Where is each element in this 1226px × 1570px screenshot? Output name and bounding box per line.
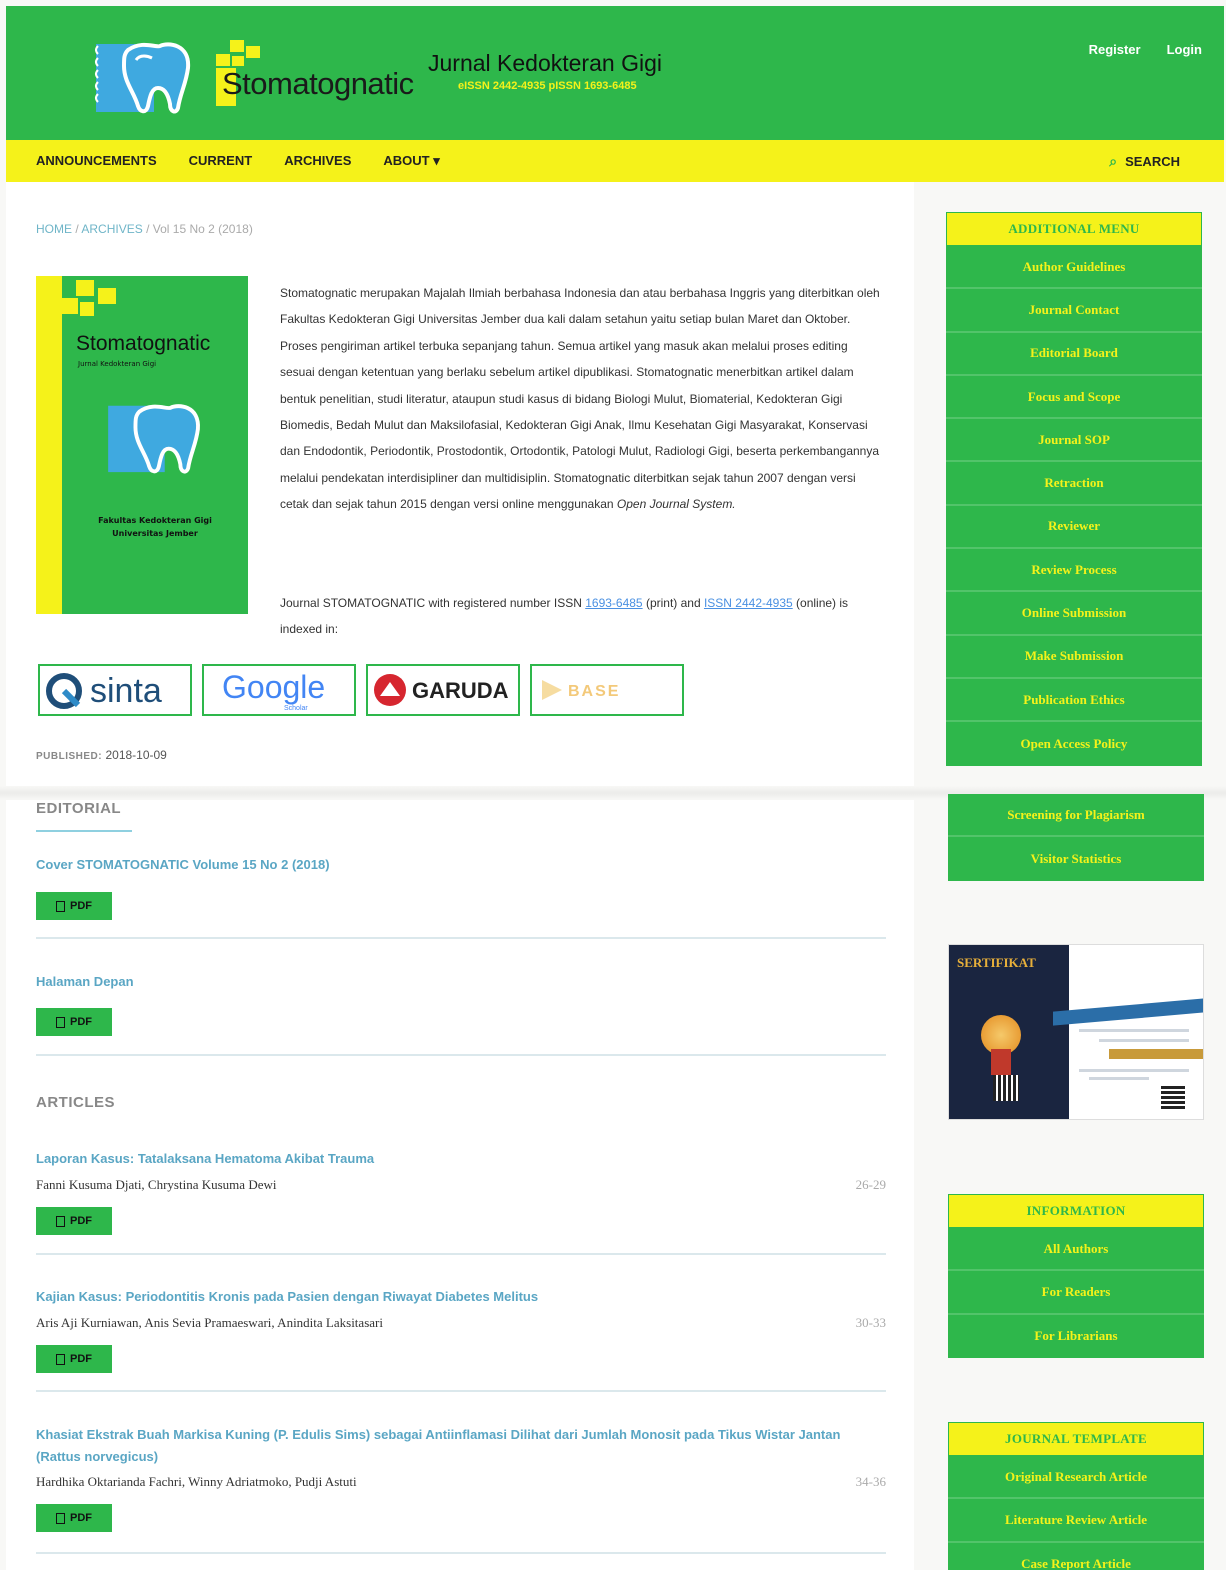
info-for-librarians[interactable]: For Librarians	[948, 1315, 1204, 1358]
template-original-research[interactable]: Original Research Article	[948, 1456, 1204, 1500]
register-link[interactable]: Register	[1089, 42, 1141, 57]
information-title: INFORMATION	[948, 1194, 1204, 1228]
breadcrumb-home[interactable]: HOME	[36, 222, 72, 236]
menu-journal-contact[interactable]: Journal Contact	[946, 289, 1202, 333]
search-link[interactable]: ⌕ SEARCH	[1109, 153, 1180, 170]
article-authors: Hardhika Oktarianda Fachri, Winny Adriat…	[36, 1474, 357, 1489]
qr-code-icon	[993, 1075, 1019, 1101]
accreditation-certificate-image[interactable]: SERTIFIKAT	[948, 944, 1204, 1120]
file-icon	[56, 1215, 65, 1227]
menu-make-submission[interactable]: Make Submission	[946, 636, 1202, 679]
breadcrumb-archives[interactable]: ARCHIVES	[81, 222, 142, 236]
indexing-statement: Journal STOMATOGNATIC with registered nu…	[280, 596, 849, 636]
site-header: Stomatognatic Jurnal Kedokteran Gigi eIS…	[6, 6, 1224, 140]
search-icon: ⌕	[1109, 153, 1118, 169]
article-pages: 34-36	[855, 1474, 886, 1489]
additional-menu-block-continued: Screening for Plagiarism Visitor Statist…	[948, 794, 1204, 881]
file-icon	[56, 1353, 65, 1365]
menu-author-guidelines[interactable]: Author Guidelines	[946, 246, 1202, 290]
pdf-button[interactable]: PDF	[36, 892, 112, 920]
article-pages: 30-33	[855, 1315, 886, 1330]
article-title[interactable]: Laporan Kasus: Tatalaksana Hematoma Akib…	[36, 1148, 856, 1170]
article-pages: 26-29	[855, 1177, 886, 1192]
google-scholar-logo[interactable]: Google Scholar	[202, 664, 356, 716]
menu-retraction[interactable]: Retraction	[946, 462, 1202, 506]
editorial-title[interactable]: Cover STOMATOGNATIC Volume 15 No 2 (2018…	[36, 854, 856, 876]
published-date: PUBLISHED: 2018-10-09	[36, 748, 167, 762]
info-for-readers[interactable]: For Readers	[948, 1271, 1204, 1315]
additional-menu-block: ADDITIONAL MENU Author Guidelines Journa…	[946, 212, 1202, 766]
google-logo-text: Google	[222, 669, 325, 705]
issn-print-link[interactable]: 1693-6485	[585, 596, 642, 610]
tooth-icon	[108, 404, 200, 474]
journal-template-block: JOURNAL TEMPLATE Original Research Artic…	[948, 1422, 1204, 1570]
search-label: SEARCH	[1125, 154, 1180, 169]
user-nav: Register Login	[1089, 42, 1202, 57]
nav-announcements[interactable]: ANNOUNCEMENTS	[36, 153, 157, 169]
menu-focus-and-scope[interactable]: Focus and Scope	[946, 376, 1202, 420]
sinta-logo[interactable]: sinta	[38, 664, 192, 716]
journal-title: Jurnal Kedokteran Gigi	[428, 50, 662, 76]
certificate-title: SERTIFIKAT	[957, 955, 1036, 970]
sinta-logo-text: sinta	[90, 672, 162, 710]
template-case-report[interactable]: Case Report Article	[948, 1543, 1204, 1570]
file-icon	[56, 900, 65, 912]
additional-menu-title: ADDITIONAL MENU	[946, 212, 1202, 246]
page: Stomatognatic Jurnal Kedokteran Gigi eIS…	[0, 0, 1226, 1570]
section-editorial-heading: EDITORIAL	[36, 800, 122, 817]
breadcrumb-current: Vol 15 No 2 (2018)	[152, 222, 253, 236]
tooth-logo-icon	[95, 42, 191, 114]
menu-journal-sop[interactable]: Journal SOP	[946, 419, 1202, 463]
pdf-button[interactable]: PDF	[36, 1345, 112, 1373]
nav-current[interactable]: CURRENT	[189, 153, 253, 169]
qr-code-icon	[1161, 1085, 1185, 1109]
login-link[interactable]: Login	[1167, 42, 1202, 57]
nav-archives[interactable]: ARCHIVES	[284, 153, 351, 169]
article-title[interactable]: Khasiat Ekstrak Buah Markisa Kuning (P. …	[36, 1424, 856, 1468]
base-logo[interactable]: BASE	[530, 664, 684, 716]
issn-online-link[interactable]: ISSN 2442-4935	[704, 596, 793, 610]
base-logo-text: BASE	[568, 683, 620, 700]
cover-subtitle: Jurnal Kedokteran Gigi	[78, 360, 157, 368]
template-literature-review[interactable]: Literature Review Article	[948, 1499, 1204, 1543]
pdf-button[interactable]: PDF	[36, 1207, 112, 1235]
section-articles-heading: ARTICLES	[36, 1094, 115, 1111]
menu-review-process[interactable]: Review Process	[946, 549, 1202, 593]
pdf-button[interactable]: PDF	[36, 1008, 112, 1036]
menu-open-access-policy[interactable]: Open Access Policy	[946, 722, 1202, 765]
menu-online-submission[interactable]: Online Submission	[946, 592, 1202, 636]
menu-screening-plagiarism[interactable]: Screening for Plagiarism	[948, 794, 1204, 838]
menu-publication-ethics[interactable]: Publication Ethics	[946, 679, 1202, 723]
editorial-title[interactable]: Halaman Depan	[36, 971, 856, 993]
garuda-logo-text: GARUDA	[412, 678, 509, 703]
article-authors: Aris Aji Kurniawan, Anis Sevia Pramaeswa…	[36, 1315, 383, 1330]
information-block: INFORMATION All Authors For Readers For …	[948, 1194, 1204, 1358]
breadcrumb: HOME / ARCHIVES / Vol 15 No 2 (2018)	[36, 222, 253, 236]
menu-reviewer[interactable]: Reviewer	[946, 506, 1202, 550]
nav-about[interactable]: ABOUT ▾	[383, 153, 439, 169]
issue-cover-image[interactable]: Stomatognatic Jurnal Kedokteran Gigi Fak…	[36, 276, 248, 614]
menu-editorial-board[interactable]: Editorial Board	[946, 333, 1202, 376]
journal-template-title: JOURNAL TEMPLATE	[948, 1422, 1204, 1456]
issn-line: eISSN 2442-4935 pISSN 1693-6485	[458, 80, 637, 92]
article-authors: Fanni Kusuma Djati, Chrystina Kusuma Dew…	[36, 1177, 277, 1192]
info-all-authors[interactable]: All Authors	[948, 1228, 1204, 1272]
pdf-button[interactable]: PDF	[36, 1504, 112, 1532]
cover-faculty: Fakultas Kedokteran Gigi Universitas Jem…	[98, 516, 212, 538]
file-icon	[56, 1512, 65, 1524]
scholar-logo-text: Scholar	[284, 705, 308, 712]
file-icon	[56, 1016, 65, 1028]
article-title[interactable]: Kajian Kasus: Periodontitis Kronis pada …	[36, 1286, 856, 1308]
site-logo-text[interactable]: Stomatognatic	[222, 66, 414, 102]
menu-visitor-statistics[interactable]: Visitor Statistics	[948, 837, 1204, 880]
garuda-logo[interactable]: GARUDA	[366, 664, 520, 716]
journal-description: Stomatognatic merupakan Majalah Ilmiah b…	[280, 286, 880, 512]
main-nav: ANNOUNCEMENTS CURRENT ARCHIVES ABOUT ▾ ⌕…	[6, 140, 1224, 182]
cover-logo-text: Stomatognatic	[76, 332, 211, 355]
